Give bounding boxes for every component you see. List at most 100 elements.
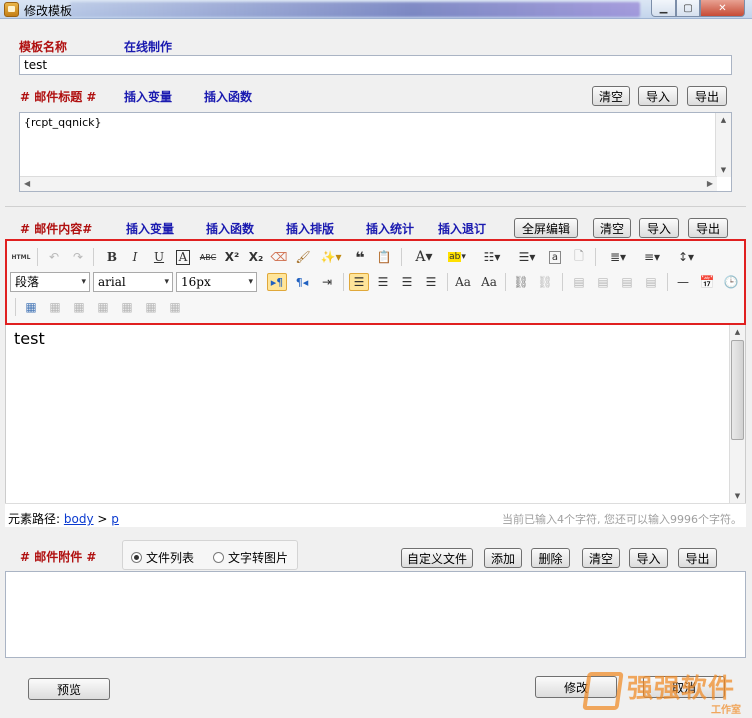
subject-import-button[interactable]: 导入 [638,86,678,106]
image-right-icon[interactable]: ▤ [617,273,637,291]
align-justify-icon[interactable]: ☰ [421,273,441,291]
italic-icon[interactable]: I [126,248,144,266]
scroll-down-icon[interactable]: ▼ [730,489,745,503]
subject-hscrollbar[interactable]: ◀ ▶ [20,176,717,191]
radio-text-to-image[interactable] [213,552,224,563]
subject-vscrollbar[interactable]: ▲ ▼ [715,113,731,177]
attachment-add-button[interactable]: 添加 [484,548,522,568]
attachment-clear-button[interactable]: 清空 [582,548,620,568]
paragraph-spacing-bottom-icon[interactable]: ≡▾ [637,248,667,266]
font-color-icon[interactable]: A▾ [409,248,439,266]
format-brush-icon[interactable]: 🖌 [294,248,312,266]
scroll-left-icon[interactable]: ◀ [24,179,30,188]
subject-clear-button[interactable]: 清空 [592,86,630,106]
watermark-logo-icon [582,672,624,710]
delete-table-icon[interactable]: ▦ [45,298,65,316]
maximize-button[interactable]: ▢ [676,0,700,17]
html-source-button[interactable]: HTML [10,248,32,266]
attachment-import-button[interactable]: 导入 [629,548,668,568]
redo-icon[interactable]: ↷ [69,248,87,266]
content-clear-button[interactable]: 清空 [593,218,631,238]
align-left-icon[interactable]: ☰ [349,273,369,291]
content-export-button[interactable]: 导出 [688,218,728,238]
to-uppercase-icon[interactable]: Aa [453,273,473,291]
path-p-link[interactable]: p [111,512,119,526]
insert-paragraph-before-table-icon[interactable]: ▦ [69,298,89,316]
underline-icon[interactable]: U [150,248,168,266]
editor-vscrollbar[interactable]: ▲ ▼ [729,325,745,503]
font-family-select[interactable]: arial [93,272,173,292]
subject-textarea[interactable]: {rcpt_qqnick} ▲ ▼ ◀ ▶ [19,112,732,192]
date-icon[interactable]: 📅 [697,273,717,291]
paragraph-format-select[interactable]: 段落 [10,272,90,292]
delete-row-icon[interactable]: ▦ [117,298,137,316]
image-left-icon[interactable]: ▤ [593,273,613,291]
ltr-direction-icon[interactable]: ▸¶ [267,273,287,291]
font-border-icon[interactable]: A [174,248,192,266]
ordered-list-icon[interactable]: ☷▾ [477,248,507,266]
insert-column-icon[interactable]: ▦ [141,298,161,316]
delete-column-icon[interactable]: ▦ [165,298,185,316]
unordered-list-icon[interactable]: ☰▾ [512,248,542,266]
custom-file-button[interactable]: 自定义文件 [401,548,473,568]
bold-icon[interactable]: B [103,248,121,266]
subject-export-button[interactable]: 导出 [687,86,727,106]
online-make-link[interactable]: 在线制作 [124,38,172,55]
close-button[interactable]: ✕ [700,0,745,17]
scroll-up-icon[interactable]: ▲ [716,113,731,127]
fullscreen-edit-button[interactable]: 全屏编辑 [514,218,578,238]
editor-area[interactable]: test ▲ ▼ [5,325,746,503]
subscript-icon[interactable]: X₂ [247,248,265,266]
horizontal-rule-icon[interactable]: — [673,273,693,291]
option-text-to-image[interactable]: 文字转图片 [213,549,288,566]
content-insert-var-link[interactable]: 插入变量 [126,220,174,237]
image-center-icon[interactable]: ▤ [641,273,661,291]
minimize-button[interactable]: ▁ [651,0,676,17]
preview-button[interactable]: 预览 [28,678,110,700]
clear-document-icon[interactable]: 🗋 [570,248,588,266]
unlink-icon[interactable]: ⛓ [535,273,555,291]
attachment-export-button[interactable]: 导出 [678,548,717,568]
time-icon[interactable]: 🕒 [721,273,741,291]
content-insert-layout-link[interactable]: 插入排版 [286,220,334,237]
font-size-select[interactable]: 16px [176,272,257,292]
eraser-icon[interactable]: ⌫ [270,248,288,266]
scroll-right-icon[interactable]: ▶ [707,179,713,188]
divider [5,206,746,207]
template-name-input[interactable]: test [19,55,732,75]
rtl-direction-icon[interactable]: ¶◂ [292,273,312,291]
scroll-up-icon[interactable]: ▲ [730,325,745,339]
attachment-list[interactable] [5,571,746,658]
blockquote-icon[interactable]: ❝ [351,248,369,267]
scrollbar-thumb[interactable] [731,340,744,440]
content-import-button[interactable]: 导入 [639,218,679,238]
radio-file-list[interactable] [131,552,142,563]
attachment-delete-button[interactable]: 删除 [531,548,570,568]
image-none-icon[interactable]: ▤ [569,273,589,291]
content-insert-stat-link[interactable]: 插入统计 [366,220,414,237]
paragraph-spacing-top-icon[interactable]: ≣▾ [603,248,633,266]
insert-table-icon[interactable]: ▦ [21,298,41,316]
align-center-icon[interactable]: ☰ [373,273,393,291]
link-icon[interactable]: ⛓ [511,273,531,291]
subject-insert-var-link[interactable]: 插入变量 [124,88,172,105]
element-path: 元素路径: body > p [8,510,119,527]
content-insert-unsub-link[interactable]: 插入退订 [438,220,486,237]
superscript-icon[interactable]: X² [223,248,241,266]
content-insert-func-link[interactable]: 插入函数 [206,220,254,237]
select-all-icon[interactable]: a [546,248,564,266]
auto-format-icon[interactable]: ✨▾ [318,248,344,266]
align-right-icon[interactable]: ☰ [397,273,417,291]
indent-icon[interactable]: ⇥ [317,273,337,291]
path-body-link[interactable]: body [64,512,94,526]
scroll-down-icon[interactable]: ▼ [716,163,731,177]
subject-insert-func-link[interactable]: 插入函数 [204,88,252,105]
paste-text-icon[interactable]: 📋 [375,248,393,266]
insert-row-icon[interactable]: ▦ [93,298,113,316]
highlight-color-icon[interactable]: ab ▾ [442,248,472,266]
option-file-list[interactable]: 文件列表 [131,549,194,566]
to-lowercase-icon[interactable]: Aa [479,273,499,291]
line-height-icon[interactable]: ↕▾ [671,248,701,266]
strikethrough-icon[interactable]: ABC [198,248,218,266]
undo-icon[interactable]: ↶ [45,248,63,266]
